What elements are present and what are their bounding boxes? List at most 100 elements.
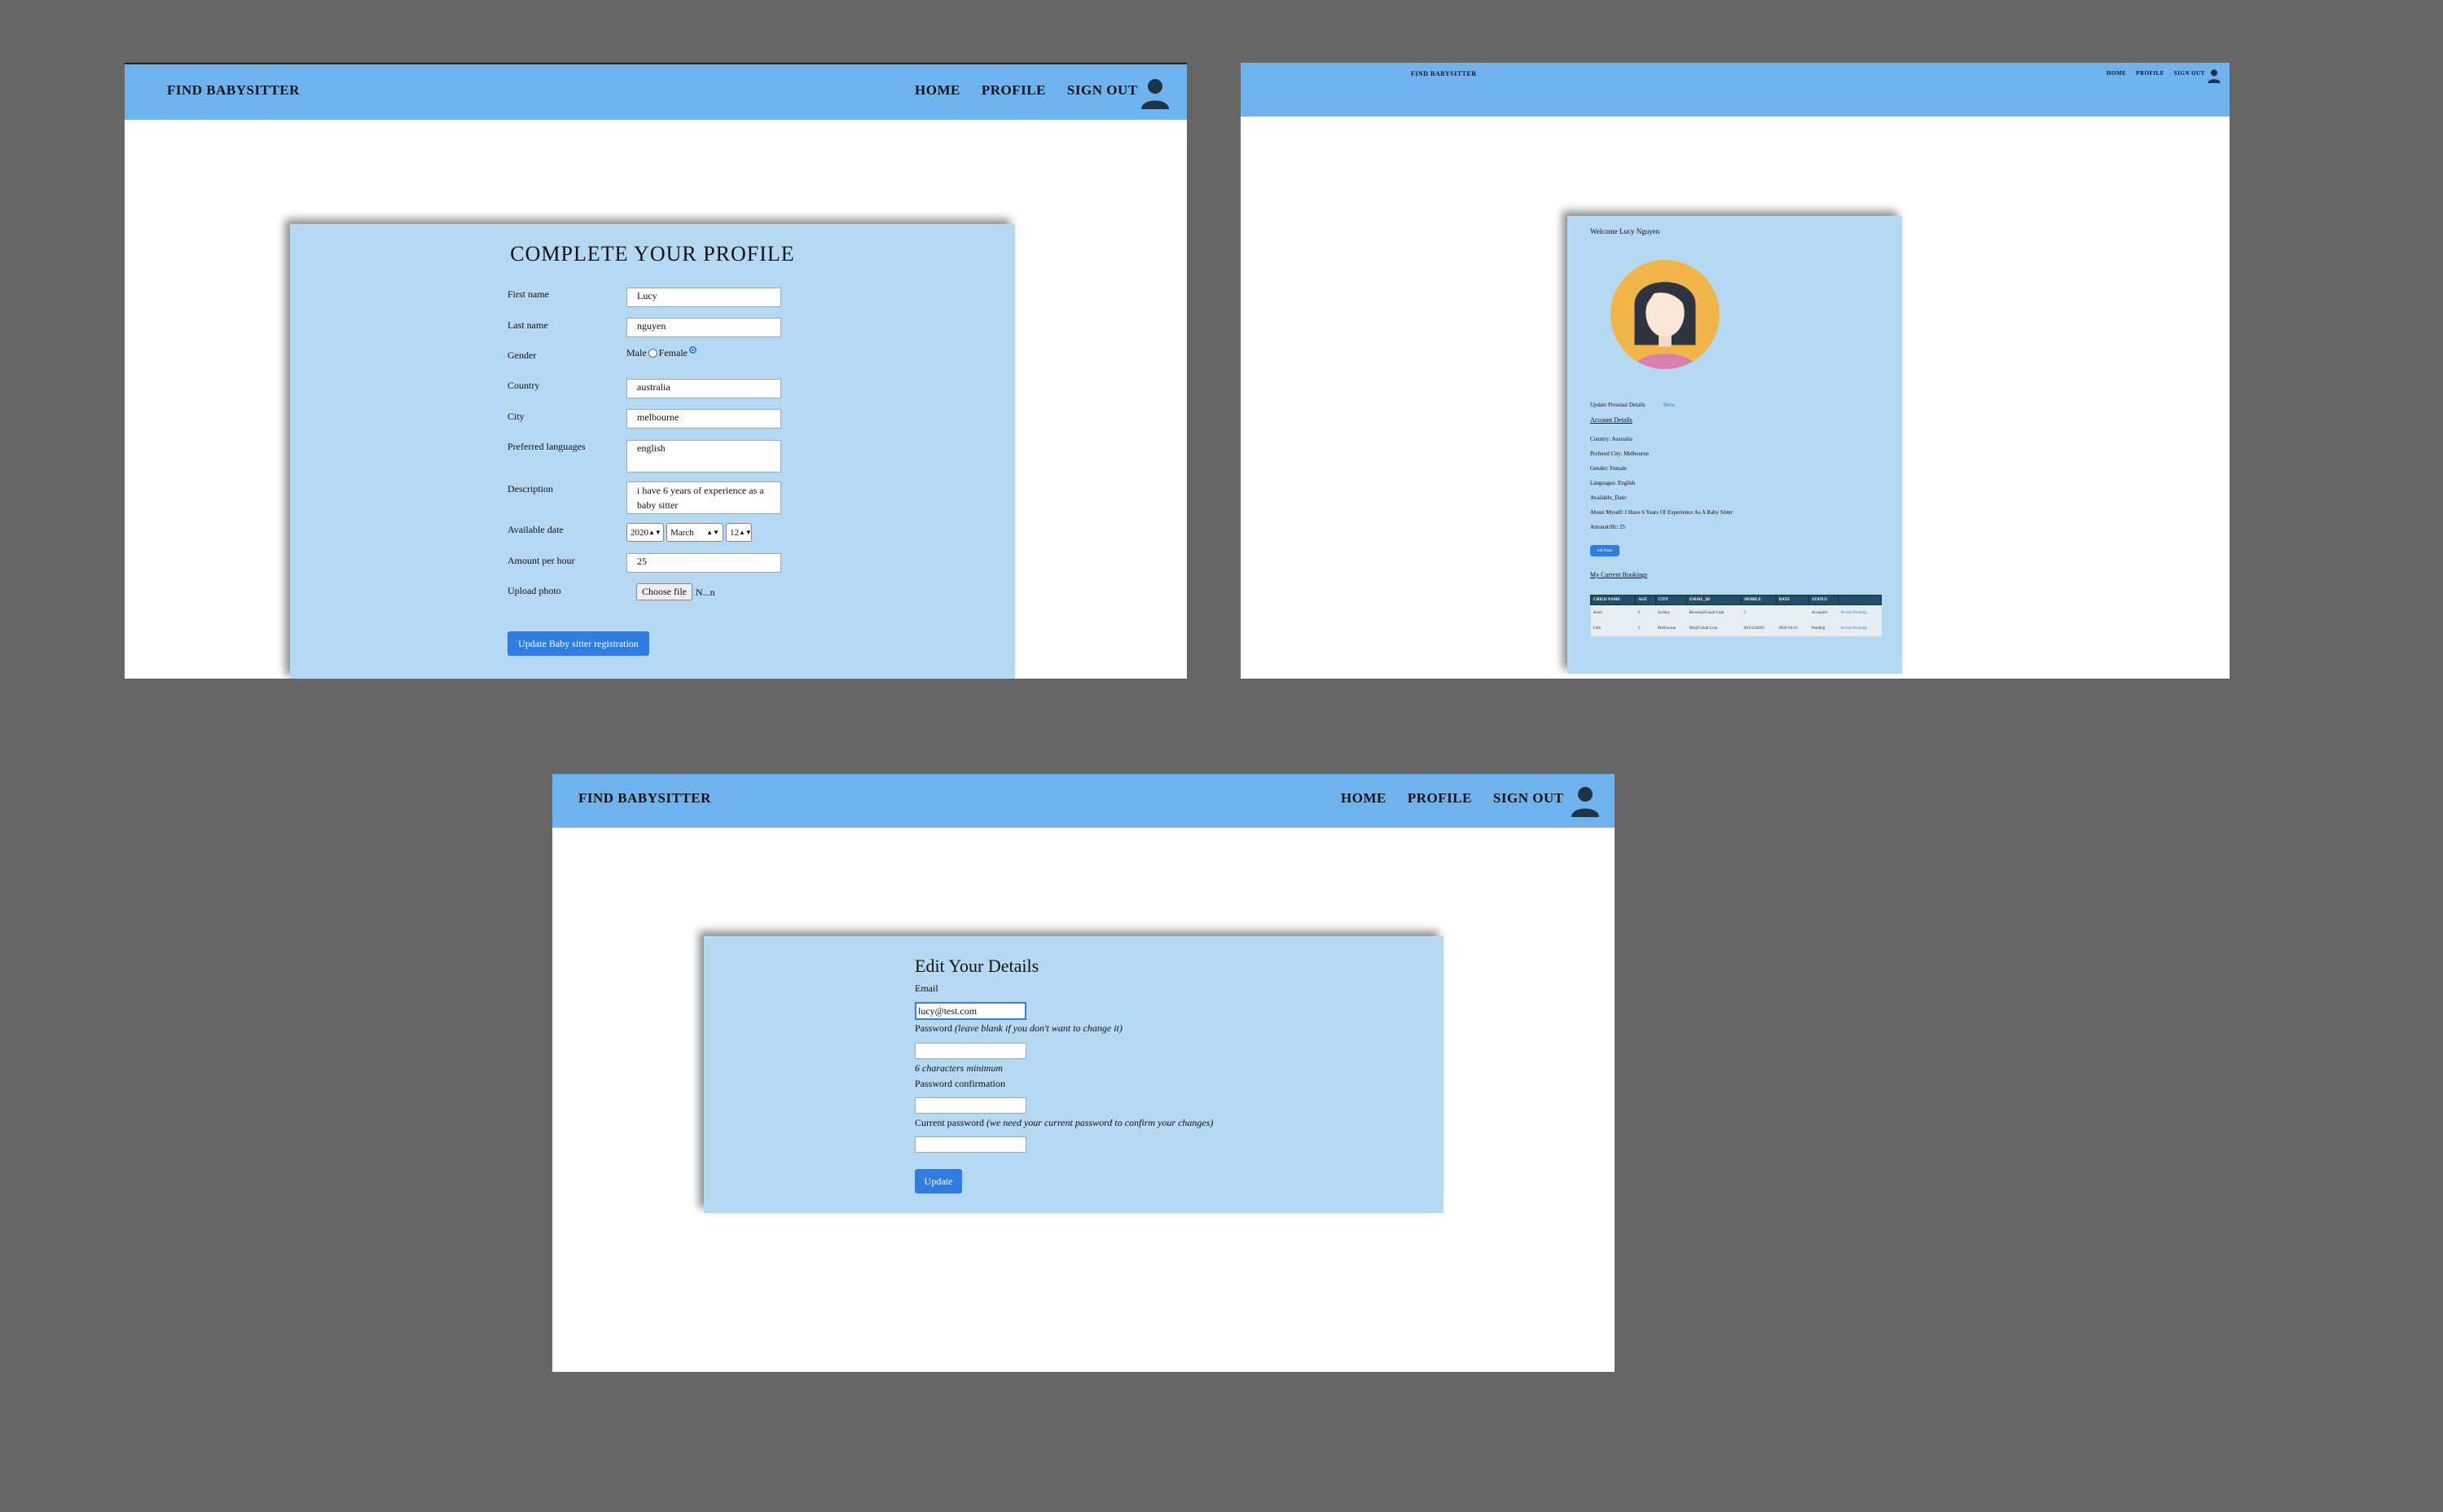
password-label: Password — [915, 1022, 953, 1034]
nav-sign-out[interactable]: SIGN OUT — [2174, 70, 2205, 77]
accept-booking-link[interactable]: Accept Booking — [1838, 604, 1882, 621]
bookings-table: CHILD NAME AGE CITY EMAIL_ID MOBILE DATE… — [1590, 595, 1883, 636]
description-textarea[interactable]: i have 6 years of experience as a baby s… — [626, 481, 781, 514]
password-label-row: Password (leave blank if you don't want … — [915, 1022, 1123, 1035]
password-confirmation-label: Password confirmation — [915, 1078, 1005, 1089]
detail-languages: Languages: English — [1590, 480, 1636, 486]
column-header: CHILD NAME — [1590, 595, 1636, 605]
gender-female-label: Female — [658, 347, 688, 358]
table-cell: Bboom@Gmail.Com — [1686, 604, 1742, 621]
password-min-hint: 6 characters minimum — [915, 1062, 1003, 1074]
country-label: Country — [507, 380, 540, 391]
account-details-title: Account Details — [1590, 416, 1632, 424]
nav-profile[interactable]: PROFILE — [2136, 70, 2164, 77]
gender-male-radio[interactable] — [648, 349, 657, 358]
job-posts-button[interactable]: Job Posts — [1590, 545, 1619, 556]
day-select[interactable]: 12 ▲▼ — [726, 523, 752, 542]
brand-logo[interactable]: FIND BABYSITTER — [1411, 70, 1477, 77]
navbar: FIND BABYSITTER HOME PROFILE SIGN OUT — [552, 774, 1615, 828]
table-cell: Melbourne — [1655, 621, 1687, 636]
current-password-label-row: Current password (we need your current p… — [915, 1117, 1213, 1129]
table-cell: 4 — [1635, 604, 1656, 621]
column-header: EMAIL_ID — [1686, 595, 1742, 605]
brand-logo[interactable]: FIND BABYSITTER — [167, 82, 300, 99]
accept-booking-link[interactable]: Accept Booking — [1838, 621, 1882, 636]
screen-edit-details: FIND BABYSITTER HOME PROFILE SIGN OUT Ed… — [552, 774, 1615, 1372]
gender-female-radio[interactable] — [688, 346, 696, 354]
table-cell: 3 — [1635, 621, 1656, 636]
year-select[interactable]: 2020 ▲▼ — [626, 523, 664, 542]
profile-form-panel: COMPLETE YOUR PROFILE First name Lucy La… — [290, 224, 1015, 679]
edit-details-panel: Edit Your Details Email lucy@test.com Pa… — [704, 936, 1443, 1213]
update-details-text: Update Personal Details — [1590, 402, 1646, 408]
navbar: FIND BABYSITTER HOME PROFILE SIGN OUT — [1241, 63, 2230, 116]
detail-city: Prefered City: Melbourne — [1590, 451, 1649, 457]
column-header — [1837, 595, 1883, 605]
choose-file-button[interactable]: Choose file — [636, 583, 692, 600]
chevron-updown-icon: ▲▼ — [739, 529, 752, 536]
table-cell: Pending — [1808, 621, 1839, 636]
city-input[interactable]: melbourne — [626, 409, 781, 429]
dashboard-panel: Welcome Lucy Nguyen Update Personal Deta… — [1567, 216, 1902, 674]
table-cell: 1 — [1741, 604, 1777, 621]
table-cell — [1776, 604, 1809, 621]
nav-home[interactable]: HOME — [2107, 70, 2126, 77]
column-header: DATE — [1775, 595, 1810, 605]
update-registration-button[interactable]: Update Baby sitter registration — [507, 631, 649, 656]
nav-profile[interactable]: PROFILE — [1408, 790, 1472, 807]
detail-about: About Myself: I Have 6 Years Of Experien… — [1590, 509, 1733, 516]
column-header: AGE — [1634, 595, 1656, 605]
month-select[interactable]: March ▲▼ — [666, 523, 723, 542]
first-name-label: First name — [507, 288, 549, 300]
chevron-updown-icon: ▲▼ — [648, 529, 661, 536]
table-cell: Accepted — [1808, 604, 1839, 621]
user-icon[interactable] — [2207, 68, 2221, 84]
last-name-input[interactable]: nguyen — [626, 318, 781, 337]
table-row: Lilly 3 Melbourne Mo@Gmail.Com 004123485… — [1590, 621, 1882, 636]
table-cell: 2020-04-15 — [1776, 621, 1809, 636]
nav-sign-out[interactable]: SIGN OUT — [1067, 82, 1138, 99]
column-header: STATUS — [1808, 595, 1839, 605]
table-cell: Sydney — [1655, 604, 1687, 621]
update-details-link[interactable]: Here — [1663, 402, 1675, 408]
nav-home[interactable]: HOME — [915, 82, 960, 99]
user-icon[interactable] — [1569, 784, 1602, 818]
update-button[interactable]: Update — [915, 1169, 962, 1193]
nav-profile[interactable]: PROFILE — [982, 82, 1046, 99]
password-hint: (leave blank if you don't want to change… — [955, 1022, 1123, 1034]
password-input[interactable] — [915, 1043, 1026, 1059]
detail-available-date: Available_Date: — [1590, 494, 1628, 501]
column-header: CITY — [1654, 595, 1688, 605]
current-password-input[interactable] — [915, 1136, 1026, 1153]
country-input[interactable]: australia — [626, 379, 781, 398]
nav-home[interactable]: HOME — [1341, 790, 1386, 807]
avatar — [1610, 259, 1720, 370]
description-label: Description — [507, 483, 553, 494]
screen-dashboard: FIND BABYSITTER HOME PROFILE SIGN OUT We… — [1241, 63, 2230, 679]
amount-input[interactable]: 25 — [626, 553, 781, 573]
page-title: COMPLETE YOUR PROFILE — [510, 242, 795, 266]
current-password-label: Current password — [915, 1117, 984, 1128]
email-input[interactable]: lucy@test.com — [915, 1002, 1026, 1020]
column-header: MOBILE — [1741, 595, 1777, 605]
navbar: FIND BABYSITTER HOME PROFILE SIGN OUT — [125, 63, 1187, 120]
table-header-row: CHILD NAME AGE CITY EMAIL_ID MOBILE DATE… — [1590, 595, 1883, 605]
file-status: N...n — [696, 587, 715, 598]
screen-complete-profile: FIND BABYSITTER HOME PROFILE SIGN OUT CO… — [125, 63, 1187, 679]
page-title: Edit Your Details — [915, 956, 1039, 976]
amount-label: Amount per hour — [507, 555, 575, 566]
password-confirmation-input[interactable] — [915, 1097, 1026, 1114]
email-label: Email — [915, 982, 938, 994]
brand-logo[interactable]: FIND BABYSITTER — [578, 790, 711, 807]
gender-label: Gender — [507, 349, 537, 361]
available-date-label: Available date — [507, 524, 564, 535]
first-name-input[interactable]: Lucy — [626, 288, 781, 307]
current-password-hint: (we need your current password to confir… — [986, 1117, 1214, 1128]
chevron-updown-icon: ▲▼ — [706, 529, 719, 536]
user-icon[interactable] — [1139, 76, 1171, 110]
nav-sign-out[interactable]: SIGN OUT — [1493, 790, 1564, 807]
languages-label: Preferred languages — [507, 441, 586, 452]
languages-textarea[interactable]: english — [626, 440, 781, 472]
table-cell: Aurei — [1590, 604, 1636, 621]
table-row: Aurei 4 Sydney Bboom@Gmail.Com 1 Accepte… — [1590, 604, 1882, 621]
